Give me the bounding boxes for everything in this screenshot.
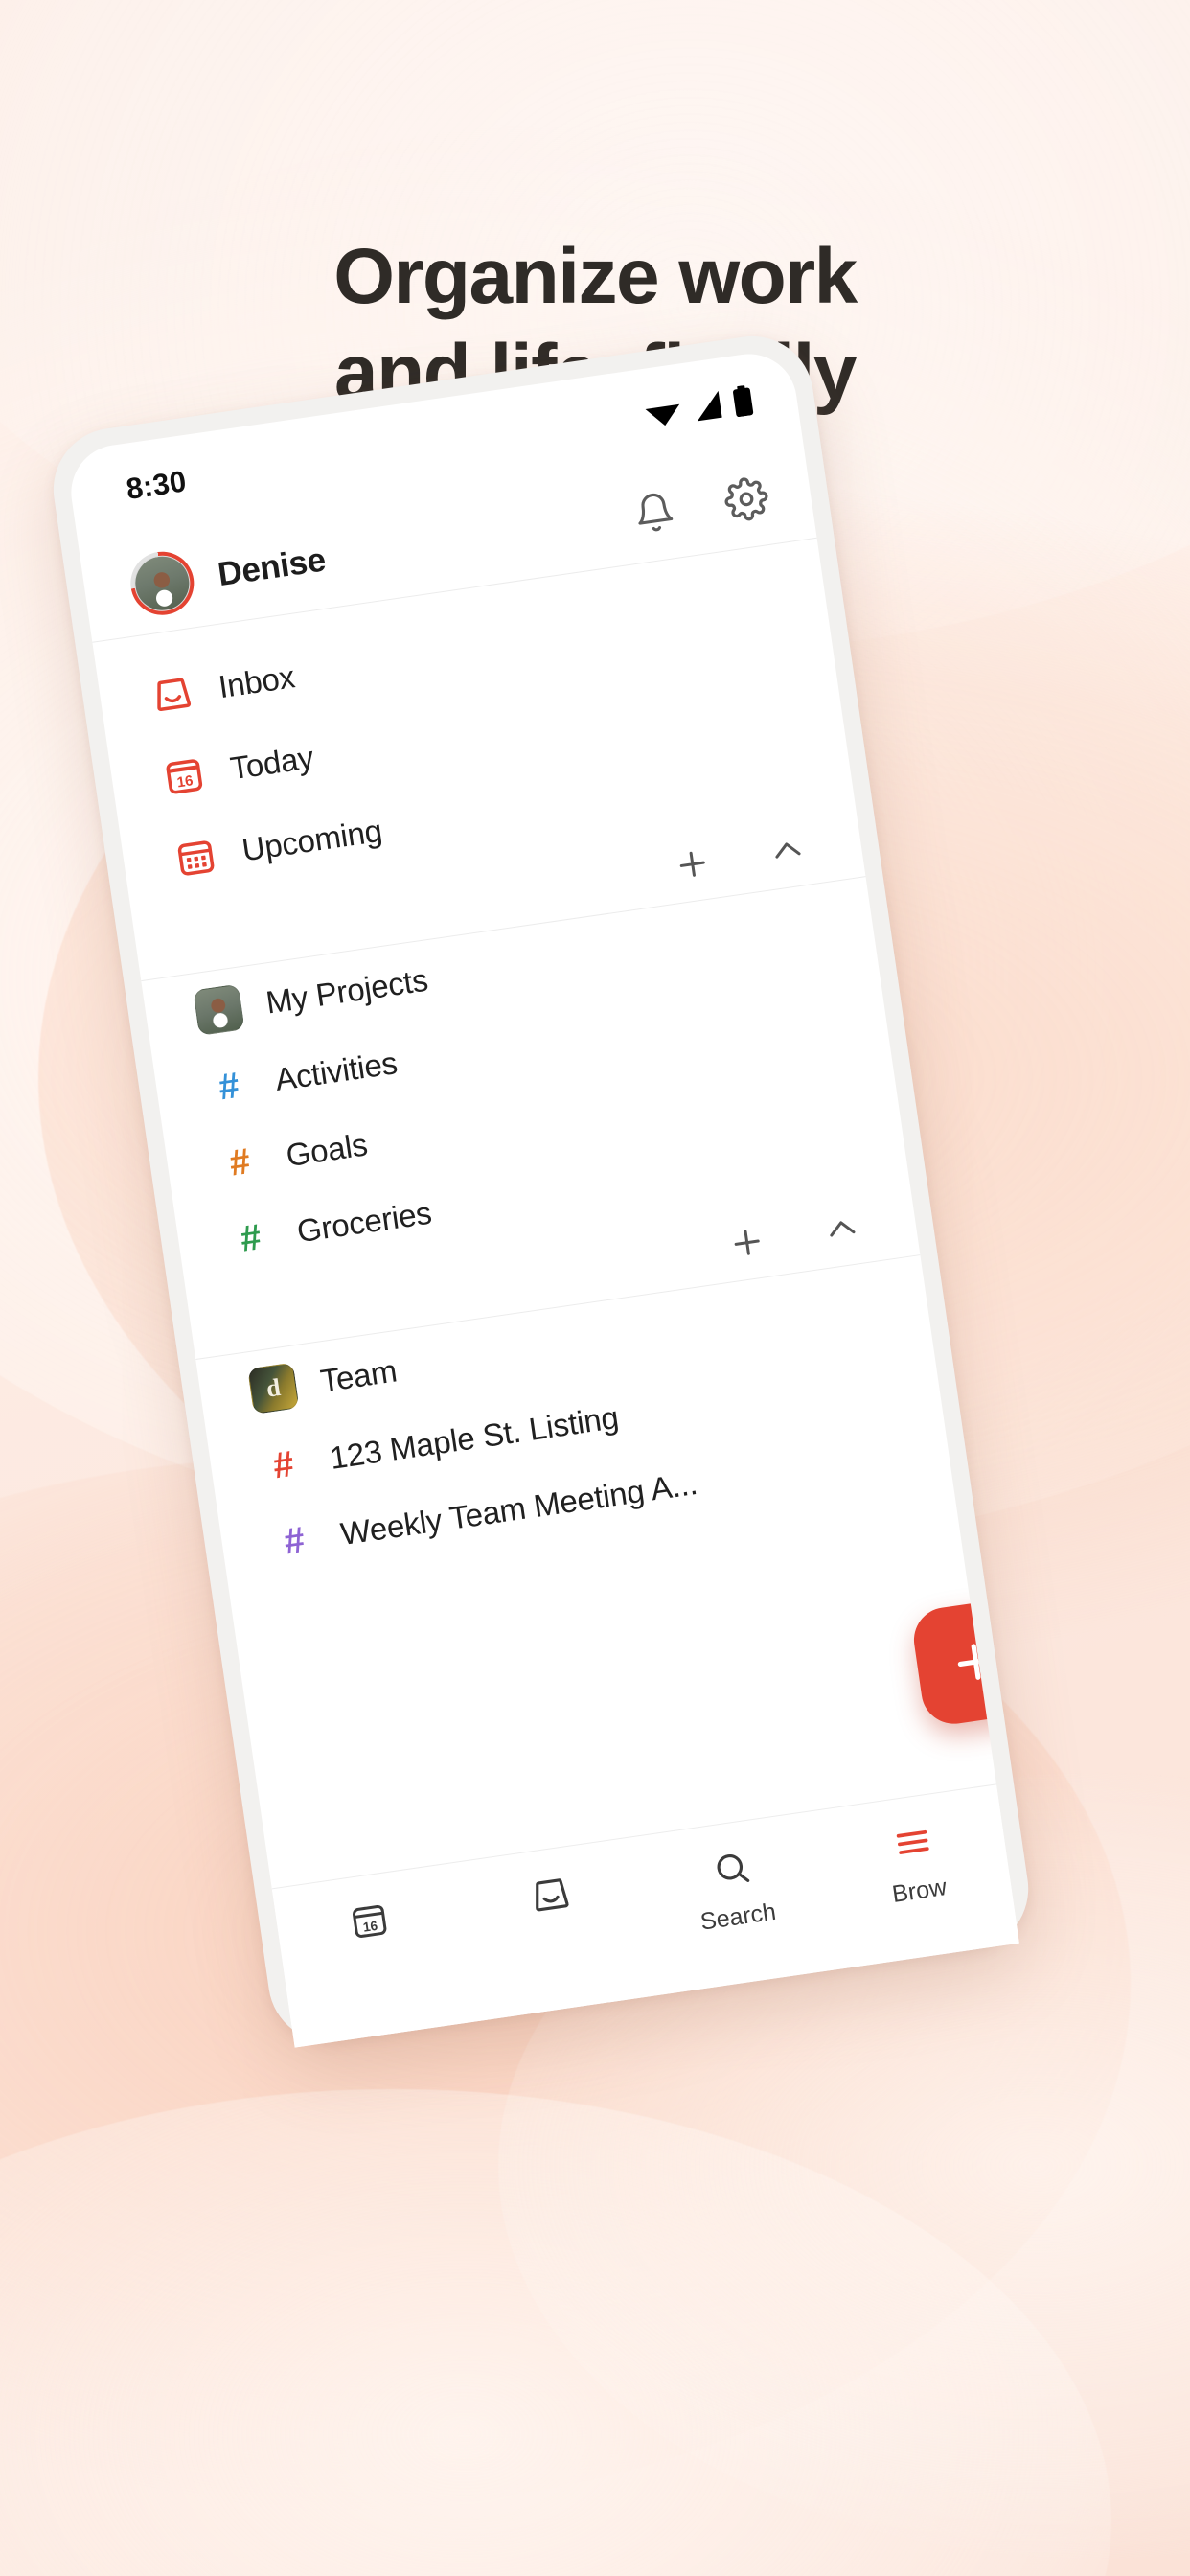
wifi-icon: [642, 396, 684, 429]
project-label: Groceries: [294, 1194, 434, 1250]
avatar-image: [130, 551, 195, 615]
user-profile[interactable]: Denise: [126, 529, 330, 620]
collapse-section-chevron-up-icon[interactable]: [763, 825, 812, 875]
sidebar-item-label: Inbox: [216, 658, 297, 705]
svg-text:16: 16: [361, 1919, 378, 1935]
my-projects-avatar: [193, 983, 245, 1037]
project-label: Goals: [284, 1126, 370, 1174]
hash-icon: #: [216, 1065, 242, 1109]
bottom-nav-search[interactable]: Search: [637, 1831, 831, 1944]
nav-list: Inbox 16 Today Upcoming My Projects # Ac…: [92, 539, 953, 1590]
hash-icon: #: [281, 1519, 308, 1563]
user-name: Denise: [215, 540, 329, 594]
hash-icon: #: [270, 1443, 297, 1487]
team-avatar-letter: d: [264, 1372, 283, 1403]
bottom-nav-label: Search: [698, 1898, 778, 1936]
cellular-signal-icon: [692, 390, 724, 423]
promo-screenshot: Organize work and life, finally 8:30: [0, 0, 1190, 2576]
svg-text:16: 16: [176, 772, 195, 791]
calendar-16-icon: 16: [347, 1895, 392, 1947]
inbox-tray-icon: [148, 669, 197, 719]
menu-hamburger-icon: [889, 1816, 936, 1869]
battery-icon: [731, 384, 754, 418]
add-team-project-button[interactable]: [722, 1218, 772, 1268]
status-bar-icons: [642, 384, 754, 430]
workspace-label: My Projects: [263, 961, 430, 1021]
workspace-label: Team: [318, 1352, 400, 1399]
avatar[interactable]: [126, 547, 198, 620]
calendar-today-icon: 16: [159, 750, 209, 800]
inbox-tray-icon: [527, 1868, 574, 1920]
sidebar-item-label: Today: [227, 739, 316, 787]
header-actions: [630, 474, 771, 538]
settings-gear-icon[interactable]: [721, 474, 771, 524]
bottom-nav-browse[interactable]: Brow: [818, 1806, 1012, 1918]
notifications-bell-icon[interactable]: [630, 489, 678, 537]
bottom-nav-inbox[interactable]: [456, 1858, 646, 1944]
hash-icon: #: [226, 1141, 253, 1184]
bottom-nav-label: Brow: [890, 1874, 949, 1908]
add-project-button[interactable]: [668, 840, 718, 889]
project-label: Activities: [272, 1045, 400, 1097]
search-icon: [709, 1842, 754, 1895]
calendar-grid-icon: [171, 833, 220, 883]
headline-line-1: Organize work: [333, 233, 858, 320]
team-workspace-avatar: d: [247, 1362, 300, 1414]
collapse-team-chevron-up-icon[interactable]: [817, 1204, 867, 1254]
status-bar-clock: 8:30: [124, 464, 189, 506]
bottom-nav-today[interactable]: 16: [275, 1884, 465, 1969]
hash-icon: #: [238, 1217, 264, 1260]
sidebar-item-label: Upcoming: [240, 812, 385, 868]
